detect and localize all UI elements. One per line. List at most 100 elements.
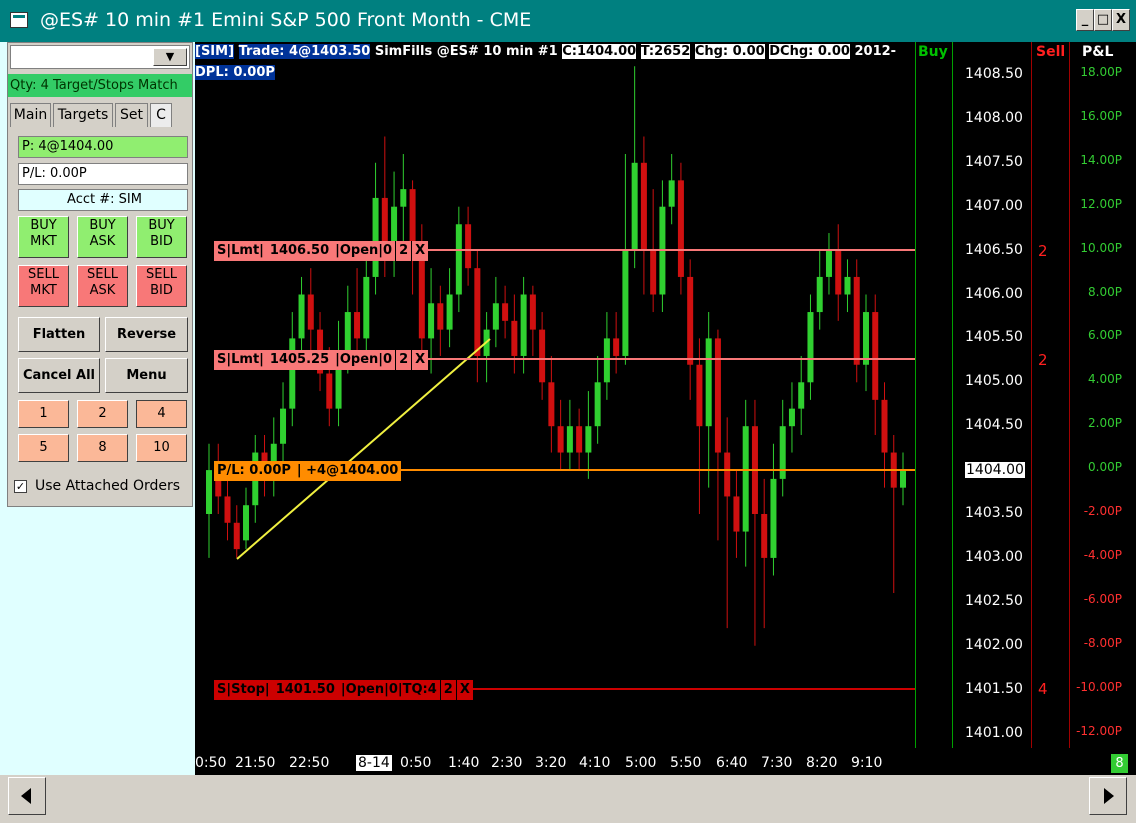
- buy-ask-button[interactable]: BUY ASK: [77, 216, 128, 258]
- pl-label: 16.00P: [1080, 108, 1122, 123]
- flatten-button[interactable]: Flatten: [18, 317, 100, 352]
- price-label: 1407.00: [965, 197, 1023, 214]
- qty-button-5[interactable]: 5: [18, 434, 69, 462]
- time-label: 1:40: [448, 755, 480, 771]
- price-label: 1408.50: [965, 66, 1023, 82]
- price-chart[interactable]: [SIM] Trade: 4@1403.50 SimFills @ES# 10 …: [195, 42, 1136, 775]
- pl-label: 8.00P: [1088, 284, 1122, 299]
- account-field: Acct #: SIM: [18, 189, 188, 211]
- price-label: 1404.50: [965, 417, 1023, 434]
- tab-set[interactable]: Set: [115, 103, 148, 127]
- pl-label: -2.00P: [1083, 504, 1122, 518]
- pl-label: -10.00P: [1076, 679, 1122, 694]
- trend-line-stroke[interactable]: [236, 338, 491, 560]
- minimize-button[interactable]: _: [1076, 9, 1094, 31]
- sell-mkt-button[interactable]: SELL MKT: [18, 265, 69, 307]
- order-qty[interactable]: 2: [439, 680, 456, 700]
- time-label: 9:10: [851, 755, 883, 771]
- account-dropdown[interactable]: ▼: [10, 45, 190, 69]
- buy-column-border: [915, 42, 916, 748]
- chevron-down-icon[interactable]: ▼: [153, 48, 187, 66]
- pl-column-header: P&L: [1082, 44, 1114, 60]
- time-label: 21:50: [235, 755, 276, 771]
- qty-button-1[interactable]: 1: [18, 400, 69, 428]
- checkbox-check-icon[interactable]: ✓: [14, 479, 27, 493]
- position-qty-price: | +4@1404.00: [296, 463, 399, 478]
- sell-qty-cell[interactable]: 2: [1038, 242, 1048, 260]
- qty-status: Qty: 4 Target/Stops Match: [8, 74, 192, 97]
- reverse-button[interactable]: Reverse: [105, 317, 188, 352]
- trend-line[interactable]: [195, 42, 915, 748]
- order-type: S|Lmt|: [217, 352, 264, 367]
- arrow-right-icon: [1104, 788, 1114, 804]
- time-label: 4:10: [579, 755, 611, 771]
- title-bar: @ES# 10 min #1 Emini S&P 500 Front Month…: [0, 0, 1136, 42]
- order-qty[interactable]: 2: [395, 350, 411, 370]
- horizontal-scrollbar[interactable]: [0, 775, 1136, 823]
- cancel-order-button[interactable]: X: [411, 350, 428, 370]
- limit-order-label-2[interactable]: S|Lmt| 1405.25 |Open|0 2 X: [214, 350, 429, 370]
- sell-ask-label: SELL ASK: [87, 267, 118, 298]
- position-label[interactable]: P/L: 0.00P | +4@1404.00: [214, 461, 402, 481]
- qty-button-8[interactable]: 8: [77, 434, 128, 462]
- cancel-order-button[interactable]: X: [455, 680, 473, 700]
- qty-button-2[interactable]: 2: [77, 400, 128, 428]
- buy-bid-button[interactable]: BUY BID: [136, 216, 187, 258]
- pl-column-border: [1069, 42, 1070, 748]
- cancel-all-button[interactable]: Cancel All: [18, 358, 100, 393]
- tab-c[interactable]: C: [150, 103, 172, 127]
- time-label: 22:50: [289, 755, 330, 771]
- buy-ask-label: BUY ASK: [89, 218, 116, 249]
- close-button[interactable]: X: [1112, 9, 1130, 31]
- time-label: 3:20: [535, 755, 567, 771]
- menu-button[interactable]: Menu: [105, 358, 188, 393]
- position-pl: P/L: 0.00P: [217, 463, 291, 478]
- price-label: 1402.00: [965, 636, 1023, 653]
- time-label: 8:20: [806, 755, 838, 771]
- order-price[interactable]: 1405.25: [267, 350, 332, 370]
- date-marker: 8-14: [356, 755, 392, 771]
- trade-panel: ▼ Qty: 4 Target/Stops Match Main Targets…: [0, 42, 195, 775]
- pl-label: -12.00P: [1076, 723, 1122, 738]
- order-price[interactable]: 1406.50: [267, 241, 332, 261]
- sell-ask-button[interactable]: SELL ASK: [77, 265, 128, 307]
- maximize-button[interactable]: □: [1094, 9, 1112, 31]
- price-label: 1405.00: [965, 373, 1023, 390]
- order-price[interactable]: 1401.50: [273, 680, 338, 700]
- sell-qty-cell[interactable]: 4: [1038, 680, 1048, 698]
- time-label: 0:50: [400, 755, 432, 771]
- cancel-order-button[interactable]: X: [411, 241, 428, 261]
- order-type: S|Stop|: [217, 682, 270, 697]
- scroll-left-button[interactable]: [8, 777, 46, 815]
- stop-order-label[interactable]: S|Stop| 1401.50 |Open|0|TQ:4 2 X: [214, 680, 473, 700]
- order-status: |Open|0|TQ:4: [340, 682, 437, 697]
- buy-bid-label: BUY BID: [148, 218, 175, 249]
- buy-column-header: Buy: [918, 44, 948, 60]
- use-attached-orders-checkbox[interactable]: ✓ Use Attached Orders: [14, 478, 180, 494]
- qty-button-10[interactable]: 10: [136, 434, 187, 462]
- tab-main[interactable]: Main: [10, 103, 51, 127]
- limit-order-label-1[interactable]: S|Lmt| 1406.50 |Open|0 2 X: [214, 241, 429, 261]
- order-status: |Open|0: [335, 243, 393, 258]
- price-label: 1406.00: [965, 285, 1023, 302]
- order-qty[interactable]: 2: [395, 241, 411, 261]
- sell-bid-button[interactable]: SELL BID: [136, 265, 187, 307]
- buy-mkt-button[interactable]: BUY MKT: [18, 216, 69, 258]
- price-label: 1401.50: [965, 680, 1023, 697]
- tab-targets[interactable]: Targets: [53, 103, 113, 127]
- pl-label: -4.00P: [1083, 547, 1122, 562]
- time-label: 5:50: [670, 755, 702, 771]
- pl-label: 12.00P: [1080, 196, 1122, 211]
- use-attached-orders-label: Use Attached Orders: [35, 478, 181, 494]
- pl-label: 6.00P: [1088, 328, 1122, 343]
- pl-field: P/L: 0.00P: [18, 163, 188, 185]
- sell-qty-cell[interactable]: 2: [1038, 351, 1048, 369]
- buy-mkt-label: BUY MKT: [30, 218, 57, 249]
- price-label: 1403.00: [965, 548, 1023, 565]
- chart-window-icon: [10, 12, 28, 28]
- pl-label: 14.00P: [1080, 152, 1122, 167]
- qty-button-4[interactable]: 4: [136, 400, 187, 428]
- scroll-right-button[interactable]: [1089, 777, 1127, 815]
- time-label: 5:00: [625, 755, 657, 771]
- pl-label: 4.00P: [1088, 372, 1122, 387]
